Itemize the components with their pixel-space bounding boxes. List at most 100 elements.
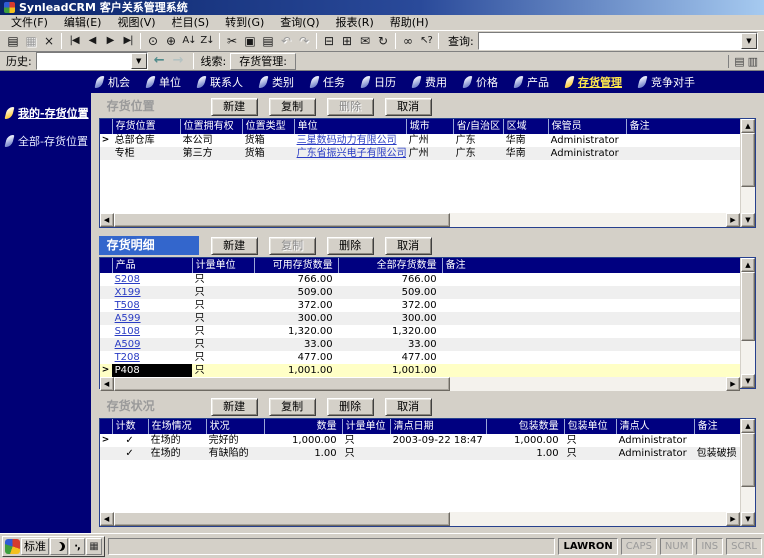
取消-button[interactable]: 取消 bbox=[384, 236, 432, 255]
tab-联系人[interactable]: 联系人 bbox=[194, 71, 256, 93]
column-header[interactable]: 全部存货数量 bbox=[337, 258, 442, 273]
refresh-icon[interactable]: ↻ bbox=[374, 32, 392, 50]
cell[interactable]: A509 bbox=[112, 338, 192, 351]
scroll-up-arrow[interactable]: ▲ bbox=[741, 258, 755, 272]
cell[interactable]: S108 bbox=[112, 325, 192, 338]
cell[interactable]: 三星数码动力有限公司 bbox=[294, 134, 406, 147]
menu-item[interactable]: 文件(F) bbox=[4, 15, 55, 30]
tab-存货管理[interactable]: 存货管理 bbox=[562, 71, 635, 93]
history-back-icon[interactable]: ← bbox=[152, 53, 167, 69]
scroll-thumb[interactable] bbox=[113, 213, 451, 227]
paste-icon[interactable]: ▤ bbox=[259, 32, 277, 50]
tab-日历[interactable]: 日历 bbox=[358, 71, 409, 93]
table-row[interactable]: A599 只 300.00 300.00 bbox=[99, 312, 740, 325]
new-record-icon[interactable]: ▤ bbox=[4, 32, 22, 50]
punctuation-toggle-button[interactable]: ·, bbox=[69, 537, 85, 555]
tab-单位[interactable]: 单位 bbox=[143, 71, 194, 93]
cell[interactable]: T208 bbox=[112, 351, 192, 364]
新建-button[interactable]: 新建 bbox=[210, 397, 258, 416]
scroll-thumb[interactable] bbox=[113, 377, 451, 391]
column-header[interactable]: 位置拥有权 bbox=[179, 119, 242, 134]
cell[interactable]: P408 bbox=[111, 364, 192, 377]
删除-button[interactable]: 删除 bbox=[326, 236, 374, 255]
scroll-track[interactable] bbox=[741, 433, 755, 512]
scroll-up-arrow[interactable]: ▲ bbox=[741, 419, 755, 433]
ime-logo-icon[interactable] bbox=[5, 538, 20, 554]
column-header[interactable]: 计量单位 bbox=[341, 419, 390, 434]
tab-类别[interactable]: 类别 bbox=[256, 71, 307, 93]
column-header[interactable]: 包装数量 bbox=[485, 419, 564, 434]
column-header[interactable]: 单位 bbox=[293, 119, 406, 134]
tab-机会[interactable]: 机会 bbox=[92, 71, 143, 93]
history-combobox[interactable]: ▼ bbox=[35, 52, 148, 70]
column-header[interactable]: 清点日期 bbox=[389, 419, 486, 434]
menu-item[interactable]: 编辑(E) bbox=[57, 15, 109, 30]
history-input[interactable] bbox=[36, 53, 131, 69]
table-row[interactable]: S208 只 766.00 766.00 bbox=[99, 273, 740, 286]
scroll-left-arrow[interactable]: ◀ bbox=[99, 377, 114, 391]
sidebar-item[interactable]: 全部-存货位置 bbox=[0, 130, 91, 152]
table-row[interactable]: T208 只 477.00 477.00 bbox=[99, 351, 740, 364]
horizontal-scrollbar[interactable]: ◀ ▶ bbox=[99, 512, 740, 526]
scroll-thumb[interactable] bbox=[113, 512, 451, 526]
vertical-scrollbar[interactable]: ▲ ▼ bbox=[740, 119, 755, 227]
last-record-icon[interactable]: ▶| bbox=[119, 32, 137, 50]
table-row[interactable]: A509 只 33.00 33.00 bbox=[99, 338, 740, 351]
history-dropdown-button[interactable]: ▼ bbox=[130, 53, 147, 69]
query-dropdown-button[interactable]: ▼ bbox=[741, 33, 757, 49]
scroll-down-arrow[interactable]: ▼ bbox=[741, 512, 755, 526]
column-header[interactable]: 计量单位 bbox=[191, 258, 254, 273]
prev-card-icon[interactable]: ▤ bbox=[734, 55, 744, 68]
soft-keyboard-button[interactable]: ▦ bbox=[86, 537, 102, 555]
zoom-icon[interactable]: ⊙ bbox=[144, 32, 162, 50]
query-input[interactable] bbox=[478, 33, 741, 49]
tab-产品[interactable]: 产品 bbox=[511, 71, 562, 93]
取消-button[interactable]: 取消 bbox=[384, 397, 432, 416]
cell[interactable]: S208 bbox=[112, 273, 192, 286]
tab-任务[interactable]: 任务 bbox=[307, 71, 358, 93]
find-icon[interactable]: ∞ bbox=[399, 32, 417, 50]
tab-竞争对手[interactable]: 竞争对手 bbox=[635, 71, 708, 93]
query-combobox[interactable]: ▼ bbox=[477, 32, 758, 50]
column-header[interactable]: 在场情况 bbox=[147, 419, 206, 434]
column-header[interactable]: 备注 bbox=[625, 119, 740, 134]
table-row[interactable]: X199 只 509.00 509.00 bbox=[99, 286, 740, 299]
scroll-up-arrow[interactable]: ▲ bbox=[741, 119, 755, 133]
table-row[interactable]: 专柜 第三方 货箱 广东省振兴电子有限公司 广州 广东 华南 Administrator bbox=[99, 147, 740, 160]
scroll-thumb[interactable] bbox=[741, 433, 755, 487]
first-record-icon[interactable]: |◀ bbox=[65, 32, 83, 50]
sidebar-item[interactable]: 我的-存货位置 bbox=[0, 102, 91, 124]
ime-mode-button[interactable]: 标准 bbox=[21, 537, 49, 555]
column-header[interactable]: 数量 bbox=[263, 419, 342, 434]
scroll-down-arrow[interactable]: ▼ bbox=[741, 213, 755, 227]
help-mode-icon[interactable]: ↖? bbox=[417, 32, 435, 50]
scroll-down-arrow[interactable]: ▼ bbox=[741, 374, 755, 388]
menu-item[interactable]: 转到(G) bbox=[218, 15, 271, 30]
scroll-track[interactable] bbox=[113, 213, 726, 227]
复制-button[interactable]: 复制 bbox=[268, 397, 316, 416]
menu-item[interactable]: 视图(V) bbox=[110, 15, 162, 30]
horizontal-scrollbar[interactable]: ◀ ▶ bbox=[99, 213, 740, 227]
cell[interactable]: X199 bbox=[112, 286, 192, 299]
tab-费用[interactable]: 费用 bbox=[409, 71, 460, 93]
column-header[interactable]: 省/自治区 bbox=[452, 119, 503, 134]
column-header[interactable]: 状况 bbox=[205, 419, 264, 434]
column-header[interactable]: 计数 bbox=[111, 419, 148, 434]
mail-icon[interactable]: ✉ bbox=[356, 32, 374, 50]
cell[interactable]: 广东省振兴电子有限公司 bbox=[294, 147, 406, 160]
scroll-track[interactable] bbox=[741, 133, 755, 213]
scroll-right-arrow[interactable]: ▶ bbox=[726, 512, 740, 526]
scroll-thumb[interactable] bbox=[741, 272, 755, 342]
column-header[interactable]: 区域 bbox=[502, 119, 548, 134]
menu-item[interactable]: 查询(Q) bbox=[273, 15, 326, 30]
删除-button[interactable]: 删除 bbox=[326, 397, 374, 416]
scroll-right-arrow[interactable]: ▶ bbox=[726, 377, 740, 391]
menu-item[interactable]: 帮助(H) bbox=[383, 15, 436, 30]
fullwidth-toggle-button[interactable] bbox=[50, 537, 68, 555]
复制-button[interactable]: 复制 bbox=[268, 97, 316, 116]
scroll-track[interactable] bbox=[113, 512, 726, 526]
copy-icon[interactable]: ▣ bbox=[241, 32, 259, 50]
table-row[interactable]: ✓ 在场的 有缺陷的 1.00 只 1.00 只 Administrator 包装破损 bbox=[99, 447, 740, 460]
prev-record-icon[interactable]: ◀ bbox=[83, 32, 101, 50]
sort-asc-icon[interactable]: A↓ bbox=[180, 32, 198, 50]
